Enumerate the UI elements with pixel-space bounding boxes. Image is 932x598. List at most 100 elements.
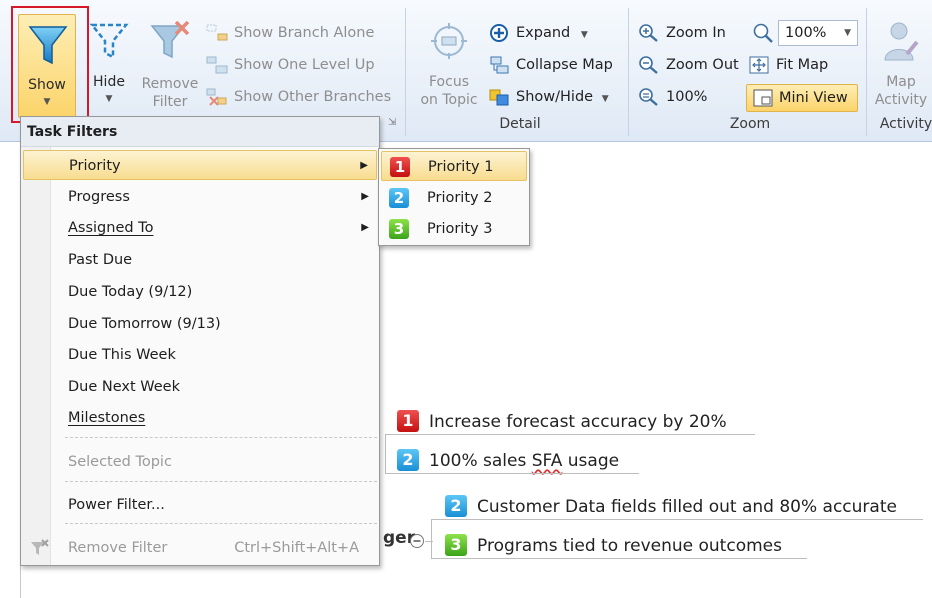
ribbon-separator	[866, 8, 867, 136]
show-hide-label: Show/Hide	[516, 89, 594, 105]
ribbon-separator	[405, 8, 406, 136]
menu-separator	[65, 437, 377, 438]
menu-item-due-this-week[interactable]: Due This Week	[23, 340, 377, 370]
menu-item-remove-filter[interactable]: Remove Filter Ctrl+Shift+Alt+A	[23, 533, 377, 563]
hide-label: Hide	[93, 74, 125, 90]
topic-underline	[431, 519, 923, 520]
hide-filter-button[interactable]: Hide ▼	[88, 20, 130, 116]
map-topic[interactable]: 2 100% sales SFA usage	[393, 446, 619, 476]
focus-on-topic-button[interactable]: Focus on Topic	[414, 22, 484, 116]
topic-underline	[431, 558, 807, 559]
menu-item-label: Due This Week	[68, 347, 176, 363]
submenu-item-label: Priority 1	[428, 159, 494, 175]
topic-text-before: 100% sales	[429, 451, 532, 471]
zoom-in-label: Zoom In	[666, 25, 726, 41]
map-activity-label-1: Map	[886, 74, 916, 90]
user-activity-icon	[884, 22, 919, 61]
menu-item-due-next-week[interactable]: Due Next Week	[23, 372, 377, 402]
dialog-launcher-icon[interactable]: ⇲	[388, 117, 396, 128]
chevron-down-icon: ▼	[844, 28, 851, 38]
zoom-100-label: 100%	[666, 89, 708, 105]
priority-2-icon: 2	[389, 188, 409, 208]
menu-item-power-filter[interactable]: Power Filter...	[23, 490, 377, 520]
show-branch-alone-label: Show Branch Alone	[234, 25, 375, 41]
topic-text: Increase forecast accuracy by 20%	[429, 412, 727, 432]
priority-submenu: 1 Priority 1 2 Priority 2 3 Priority 3	[378, 148, 530, 246]
show-hide-button[interactable]: Show/Hide ▼	[486, 86, 609, 110]
expand-label: Expand	[516, 25, 571, 41]
menu-item-due-today[interactable]: Due Today (9/12)	[23, 277, 377, 307]
map-topic[interactable]: 3 Programs tied to revenue outcomes	[441, 531, 782, 561]
menu-item-due-tomorrow[interactable]: Due Tomorrow (9/13)	[23, 309, 377, 339]
other-branches-icon	[206, 88, 227, 106]
menu-item-label: Remove Filter	[68, 540, 168, 556]
collapse-minus-icon[interactable]	[409, 533, 425, 549]
zoom-level-value: 100%	[785, 25, 827, 41]
ribbon-separator	[628, 8, 629, 136]
zoom-out-icon	[639, 56, 658, 74]
collapse-map-icon	[490, 56, 509, 74]
zoom-in-button[interactable]: Zoom In	[636, 22, 726, 46]
collapse-map-label: Collapse Map	[516, 57, 613, 73]
submenu-item-priority-3[interactable]: 3 Priority 3	[381, 214, 527, 244]
show-filter-button[interactable]: Show ▼	[18, 14, 76, 118]
remove-filter-label-2: Filter	[152, 94, 188, 110]
mini-view-icon	[753, 89, 773, 107]
detail-group-label: Detail	[499, 116, 541, 132]
topic-underline	[385, 434, 755, 435]
topic-text: Customer Data fields filled out and 80% …	[477, 497, 897, 517]
map-topic[interactable]: 2 Customer Data fields filled out and 80…	[441, 492, 897, 522]
show-one-level-up-label: Show One Level Up	[234, 57, 375, 73]
zoom-in-icon	[639, 24, 658, 42]
connector-line	[431, 519, 432, 559]
task-filters-menu: Task Filters Priority ▶ Progress ▶ Assig…	[20, 116, 380, 566]
priority-3-icon: 3	[445, 534, 467, 556]
chevron-down-icon: ▼	[105, 94, 113, 104]
menu-item-label: Due Tomorrow (9/13)	[68, 316, 221, 332]
magnifier-icon	[753, 23, 773, 43]
priority-3-icon: 3	[389, 219, 409, 239]
submenu-arrow-icon: ▶	[361, 191, 369, 202]
zoom-reset-icon	[639, 88, 658, 106]
show-other-branches-button[interactable]: Show Other Branches	[204, 86, 391, 110]
menu-item-assigned-to[interactable]: Assigned To ▶	[23, 213, 377, 243]
focus-label-2: on Topic	[420, 92, 478, 108]
show-other-branches-label: Show Other Branches	[234, 89, 392, 105]
fit-map-button[interactable]: Fit Map	[746, 54, 828, 78]
topic-underline	[385, 473, 639, 474]
submenu-item-priority-2[interactable]: 2 Priority 2	[381, 183, 527, 213]
submenu-item-priority-1[interactable]: 1 Priority 1	[381, 151, 527, 181]
map-activity-button[interactable]: Map Activity	[870, 20, 932, 116]
mini-view-toggle[interactable]: Mini View	[746, 84, 858, 112]
expand-button[interactable]: Expand ▼	[486, 22, 588, 46]
collapse-map-button[interactable]: Collapse Map	[486, 54, 613, 78]
menu-item-selected-topic[interactable]: Selected Topic	[23, 447, 377, 477]
zoom-out-button[interactable]: Zoom Out	[636, 54, 739, 78]
chevron-down-icon: ▼	[580, 30, 588, 40]
topic-text-sfa: SFA	[531, 451, 563, 471]
connector-line	[385, 434, 386, 474]
zoom-level-combobox[interactable]: 100% ▼	[778, 20, 858, 46]
menu-item-progress[interactable]: Progress ▶	[23, 182, 377, 212]
menu-item-milestones[interactable]: Milestones	[23, 403, 377, 433]
dashed-funnel-icon	[89, 23, 129, 60]
activity-group-label: Activity	[879, 116, 932, 132]
menu-item-priority[interactable]: Priority ▶	[23, 150, 377, 180]
priority-1-icon: 1	[390, 157, 410, 177]
map-topic[interactable]: 1 Increase forecast accuracy by 20%	[393, 407, 727, 437]
expand-plus-icon	[490, 24, 508, 42]
zoom-100-button[interactable]: 100%	[636, 86, 707, 110]
chevron-down-icon: ▼	[601, 94, 609, 104]
map-activity-label-2: Activity	[874, 92, 928, 108]
funnel-icon	[28, 26, 68, 65]
menu-item-past-due[interactable]: Past Due	[23, 245, 377, 275]
remove-filter-button[interactable]: Remove Filter	[140, 20, 200, 116]
topic-text: Programs tied to revenue outcomes	[477, 536, 782, 556]
show-branch-alone-button[interactable]: Show Branch Alone	[204, 22, 374, 46]
menu-separator	[65, 481, 377, 482]
branch-alone-icon	[206, 24, 228, 41]
show-one-level-up-button[interactable]: Show One Level Up	[204, 54, 375, 78]
menu-item-label: Due Today (9/12)	[68, 284, 193, 300]
menu-item-label: Milestones	[68, 410, 146, 426]
zoom-group-label: Zoom	[729, 116, 771, 132]
